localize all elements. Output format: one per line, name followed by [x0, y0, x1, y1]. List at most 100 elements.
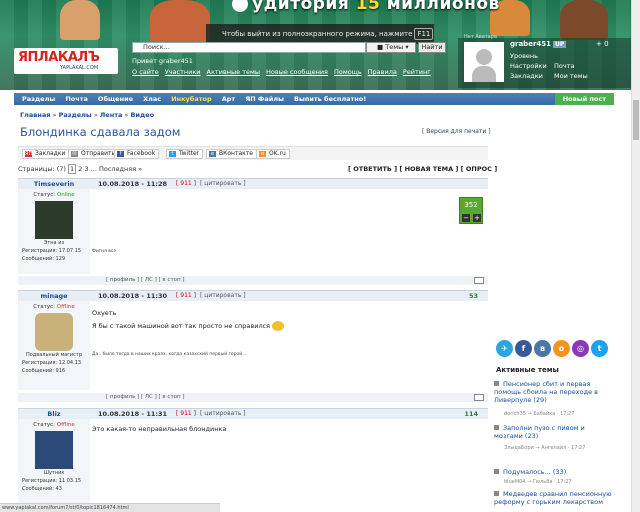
link-rating[interactable]: Рейтинг: [403, 68, 431, 76]
link-new-messages[interactable]: Новые сообщения: [266, 68, 328, 76]
nav-khlas[interactable]: Хлас: [143, 93, 161, 105]
banner-headline: удитория 15 миллионов: [232, 0, 500, 14]
print-version-link[interactable]: [ Версия для печати ]: [422, 128, 491, 135]
nav-files[interactable]: ЯП Файлы: [245, 93, 284, 105]
instagram-icon[interactable]: ◎: [572, 340, 589, 357]
search-scope-select[interactable]: ■ Темы ▾: [366, 42, 416, 53]
nav-incubator[interactable]: Инкубатор: [171, 93, 211, 105]
link-help[interactable]: Помощь: [334, 68, 362, 76]
post-signature: Да.. было тогда в наших краях, когда каз…: [92, 352, 247, 357]
vk-icon: в: [209, 151, 216, 157]
twitter-icon[interactable]: t: [591, 340, 608, 357]
share-bookmarks-button[interactable]: ЯП Закладки: [22, 149, 70, 159]
search-input[interactable]: Поиск...: [132, 42, 366, 53]
nav-art[interactable]: Арт: [222, 93, 235, 105]
crumb-home[interactable]: Главная: [20, 111, 50, 119]
account-bookmarks[interactable]: Закладки: [510, 72, 543, 80]
topic-icon: [494, 491, 499, 496]
page-last-link[interactable]: ... Последняя »: [91, 165, 142, 173]
avatar-caption: Шутник: [43, 470, 65, 476]
telegram-icon[interactable]: ✈: [496, 340, 513, 357]
ok-icon[interactable]: o: [553, 340, 570, 357]
share-vk-button[interactable]: в ВКонтакте: [206, 149, 257, 159]
post-footer-links[interactable]: [ профиль ] [ ЛС ] [ в стоп ]: [106, 393, 185, 402]
account-settings[interactable]: Настройки: [510, 62, 547, 70]
post-number[interactable]: [ 911 ]: [176, 291, 196, 301]
share-twitter-button[interactable]: t Twitter: [166, 149, 204, 159]
facebook-icon[interactable]: f: [515, 340, 532, 357]
user-registered: Регистрация: 11.03.15: [22, 478, 82, 484]
topic-icon: [494, 425, 499, 430]
link-about[interactable]: О сайте: [132, 68, 159, 76]
share-send-button[interactable]: ✉ Отправить: [68, 149, 120, 159]
active-topic-link[interactable]: Пенсионер сбит и первая помощь сбоила на…: [494, 380, 614, 404]
user-registered: Регистрация: 17.07.15: [22, 248, 82, 254]
user-status: Статус: Offline: [33, 422, 75, 428]
avatar[interactable]: [464, 42, 504, 82]
camera-icon: ■: [377, 43, 384, 51]
bookmark-icon: ЯП: [25, 151, 33, 157]
avatar-label: Нет Аватара: [464, 34, 497, 40]
nav-sections[interactable]: Разделы: [22, 93, 55, 105]
post-header: Timseverin 10.08.2018 - 11:28 [ 911 ] [ …: [18, 178, 488, 189]
nav-social[interactable]: Общение: [98, 93, 133, 105]
user-badge: UP: [553, 41, 567, 48]
share-ok-button[interactable]: o OK.ru: [256, 149, 290, 159]
crumb-sections[interactable]: Разделы: [59, 111, 92, 119]
fullscreen-tooltip: Чтобы выйти из полноэкранного режима, на…: [206, 24, 434, 44]
new-post-button[interactable]: Новый пост: [554, 93, 614, 105]
active-topic-link[interactable]: Заполни пузо с пивом и мозгами (23): [494, 424, 614, 440]
crumb-video[interactable]: Видео: [130, 111, 154, 119]
post-body: Охуеть: [92, 309, 117, 317]
crumb-feed[interactable]: Лента: [100, 111, 122, 119]
share-bar: ЯП Закладки ✉ Отправить f Facebook t Twitter…: [18, 146, 488, 160]
post-author[interactable]: Bliz: [18, 409, 90, 419]
quote-link[interactable]: [ цитировать ]: [200, 291, 246, 301]
account-level[interactable]: Уровень: [510, 52, 538, 60]
pagination: Страницы: (7) 1 2 3 ... Последняя »: [18, 164, 143, 174]
quote-link[interactable]: [ цитировать ]: [200, 409, 246, 419]
username[interactable]: graber451 UP: [510, 40, 567, 48]
user-messages: Сообщений: 916: [22, 368, 66, 374]
user-avatar[interactable]: [35, 201, 73, 239]
active-topic-link[interactable]: Медведев сравнил пенсионную реформу с го…: [494, 490, 614, 506]
scroll-top-icon[interactable]: [474, 277, 484, 284]
page-link[interactable]: 3: [84, 165, 88, 173]
user-messages: Сообщений: 129: [22, 256, 66, 262]
nav-drink[interactable]: Выпить бесплатно!: [294, 93, 366, 105]
post-signature: Фигня все: [92, 249, 117, 254]
topic-meta: ЗлыдаБори → Ангелайл · 17:27: [504, 445, 586, 451]
post-number[interactable]: [ 911 ]: [176, 179, 196, 189]
greeting: Привет graber451: [132, 57, 193, 65]
f11-key: F11: [414, 28, 434, 40]
page-link[interactable]: 2: [78, 165, 82, 173]
user-avatar[interactable]: [35, 431, 73, 469]
active-topic-link[interactable]: Подумалось... (33): [494, 468, 614, 476]
link-active-topics[interactable]: Активные темы: [207, 68, 260, 76]
scrollbar-thumb[interactable]: [633, 100, 639, 140]
vk-icon[interactable]: в: [534, 340, 551, 357]
nav-mail[interactable]: Почта: [65, 93, 88, 105]
vote-up-button[interactable]: +: [473, 214, 481, 222]
topic-actions[interactable]: [ ОТВЕТИТЬ ] [ НОВАЯ ТЕМА ] [ ОПРОС ]: [348, 165, 497, 173]
post-header: minage 10.08.2018 - 11:30 [ 911 ] [ цити…: [18, 290, 488, 301]
site-logo[interactable]: ЯПЛАКАЛЪ YAPLAKAL.COM: [14, 48, 118, 74]
link-members[interactable]: Участники: [165, 68, 201, 76]
vote-down-button[interactable]: −: [462, 214, 470, 222]
search-button[interactable]: Найти: [418, 42, 446, 53]
page-scrollbar[interactable]: [631, 0, 640, 512]
link-rules[interactable]: Правила: [368, 68, 397, 76]
post-author[interactable]: minage: [18, 291, 90, 301]
reputation: + 0: [596, 40, 609, 48]
post-body: Я бы с такой машиной вот так просто не с…: [92, 321, 285, 331]
account-my-topics[interactable]: Мои темы: [554, 72, 588, 80]
quote-link[interactable]: [ цитировать ]: [200, 179, 246, 189]
post-author[interactable]: Timseverin: [18, 179, 90, 189]
post-number[interactable]: [ 911 ]: [176, 409, 196, 419]
account-mail[interactable]: Почта: [554, 62, 574, 70]
post-footer-links[interactable]: [ профиль ] [ ЛС ] [ в стоп ]: [106, 276, 185, 285]
scroll-top-icon[interactable]: [474, 394, 484, 401]
post-footer: [ профиль ] [ ЛС ] [ в стоп ]: [18, 276, 488, 285]
user-avatar[interactable]: [35, 313, 73, 351]
share-facebook-button[interactable]: f Facebook: [114, 149, 160, 159]
